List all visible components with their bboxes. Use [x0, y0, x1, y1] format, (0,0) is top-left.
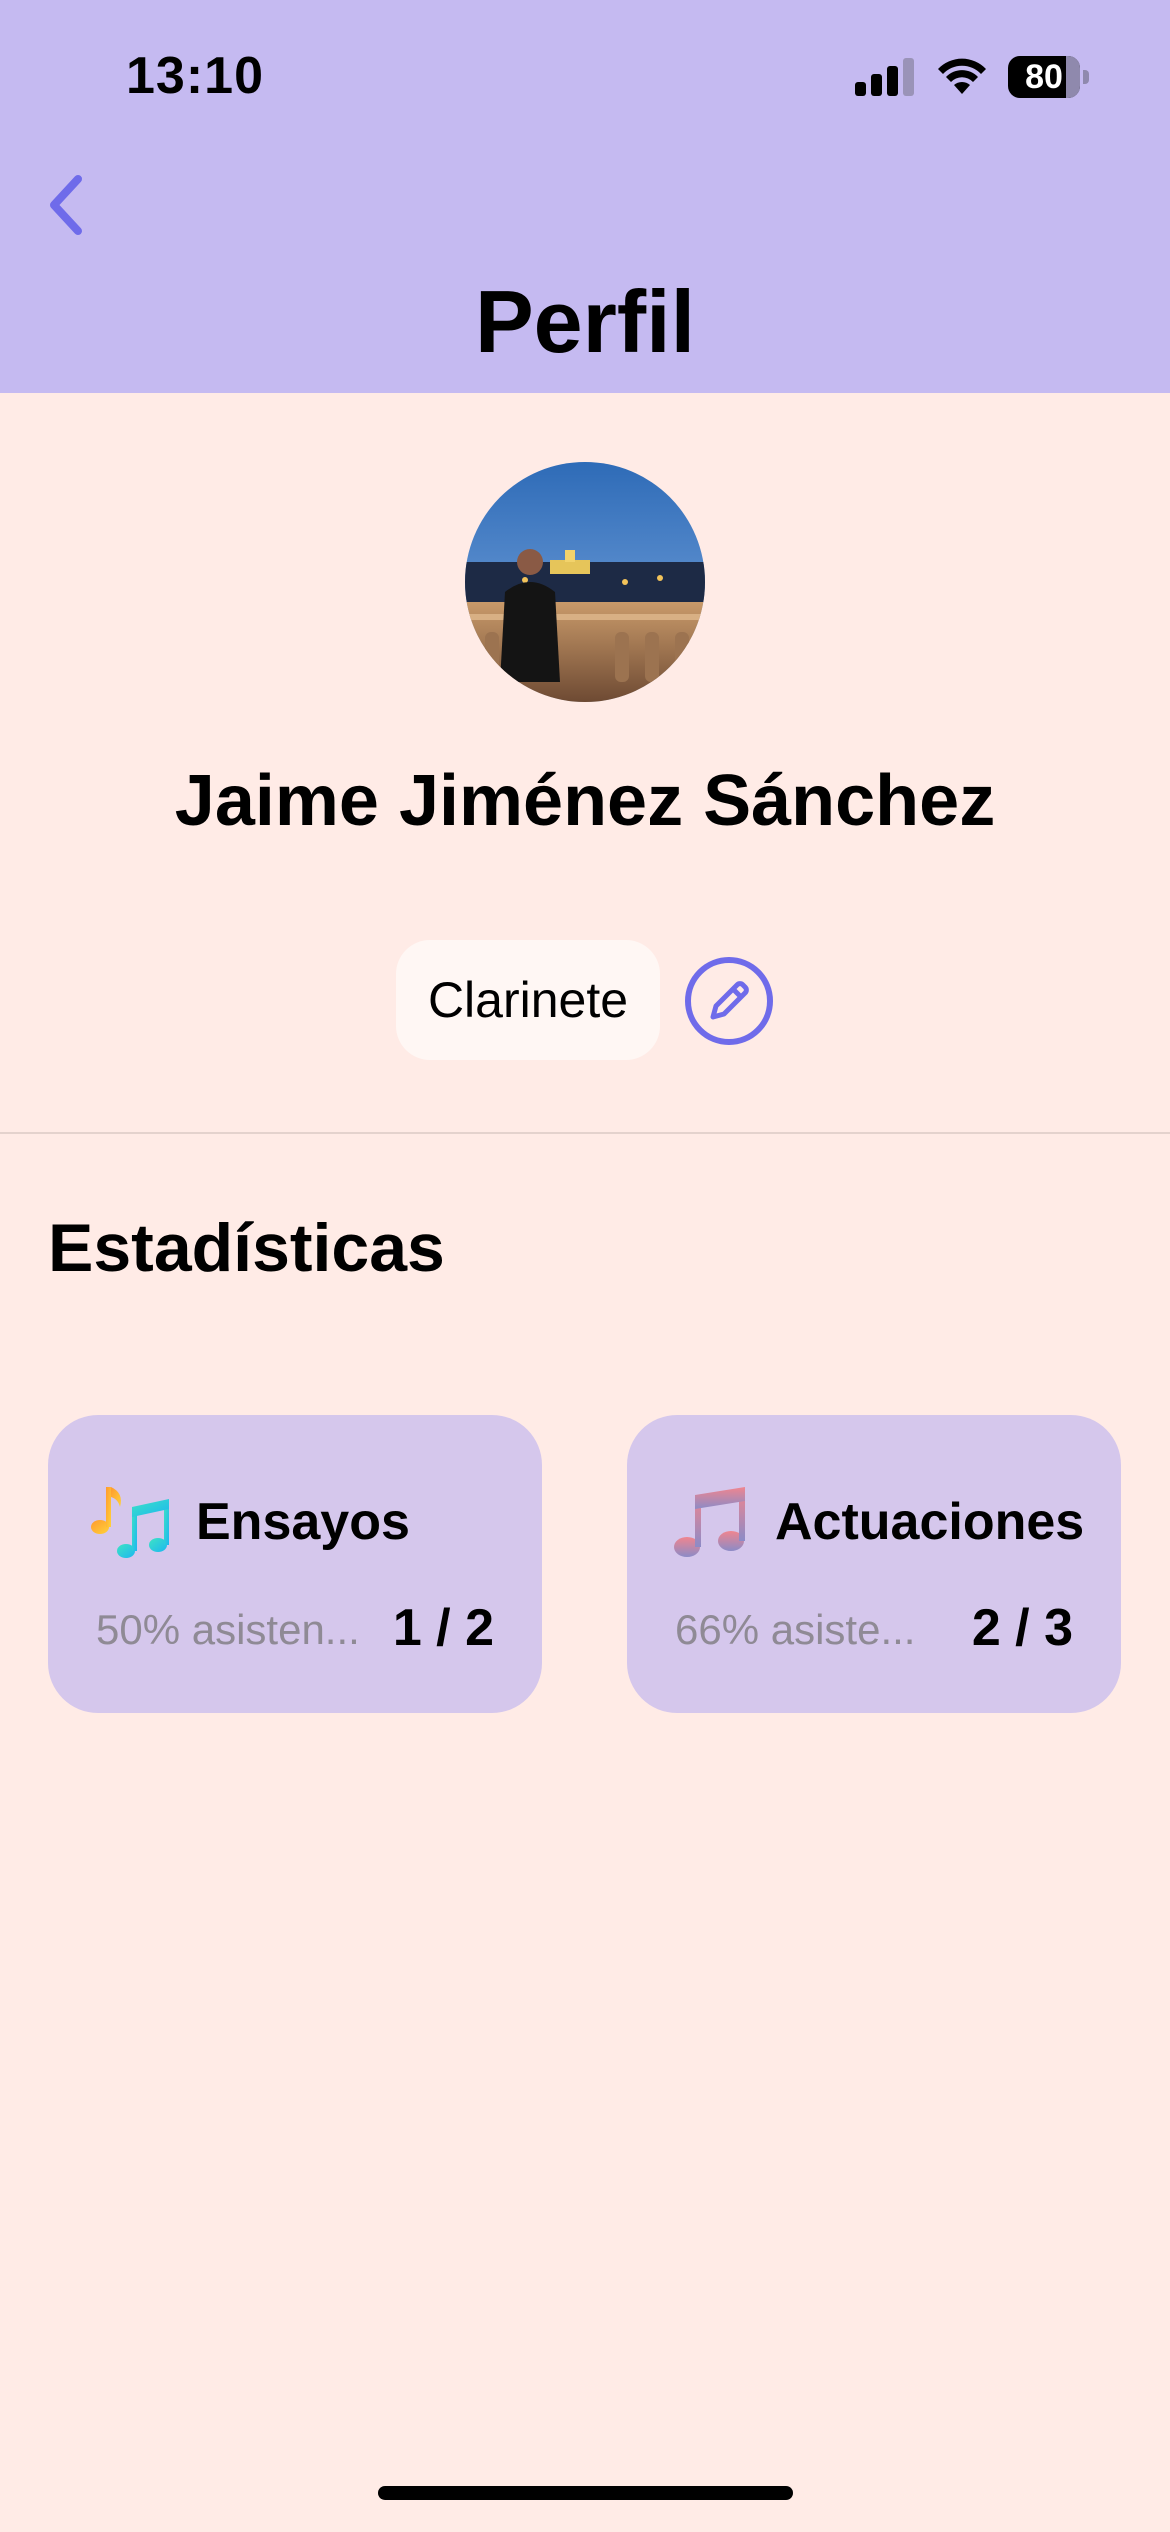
- music-notes-colorful-icon: [91, 1487, 169, 1558]
- edit-instrument-button[interactable]: [683, 955, 775, 1047]
- home-indicator[interactable]: [378, 2486, 793, 2500]
- status-time: 13:10: [126, 47, 264, 105]
- header: 13:10 80 Perfil: [0, 0, 1170, 393]
- battery-level: 80: [1025, 58, 1063, 96]
- stat-card-ensayos[interactable]: Ensayos 50% asisten... 1 / 2: [48, 1415, 542, 1713]
- divider: [0, 1132, 1170, 1134]
- music-note-icon: [674, 1487, 745, 1557]
- stat-card-count: 2 / 3: [971, 1599, 1073, 1657]
- instrument-pill[interactable]: Clarinete: [396, 940, 660, 1060]
- chevron-left-icon: [50, 175, 82, 235]
- profile-screen: 13:10 80 Perfil Jaime Jiménez Sánchez Cl…: [0, 0, 1170, 2532]
- stat-card-title: Ensayos: [196, 1493, 410, 1551]
- stat-card-subtitle: 50% asisten...: [96, 1606, 360, 1653]
- cellular-signal-icon: [855, 56, 915, 96]
- stats-section-title: Estadísticas: [48, 1210, 445, 1286]
- battery-icon: 80: [1008, 56, 1089, 98]
- stat-card-count: 1 / 2: [392, 1599, 494, 1657]
- back-button[interactable]: [40, 165, 110, 245]
- avatar: [465, 462, 705, 702]
- stat-card-actuaciones[interactable]: Actuaciones 66% asiste... 2 / 3: [627, 1415, 1121, 1713]
- page-title: Perfil: [474, 272, 696, 371]
- stat-card-subtitle: 66% asiste...: [675, 1606, 916, 1653]
- wifi-icon: [938, 58, 986, 94]
- stat-card-title: Actuaciones: [775, 1493, 1085, 1551]
- pencil-icon: [685, 957, 773, 1045]
- user-name: Jaime Jiménez Sánchez: [174, 761, 996, 841]
